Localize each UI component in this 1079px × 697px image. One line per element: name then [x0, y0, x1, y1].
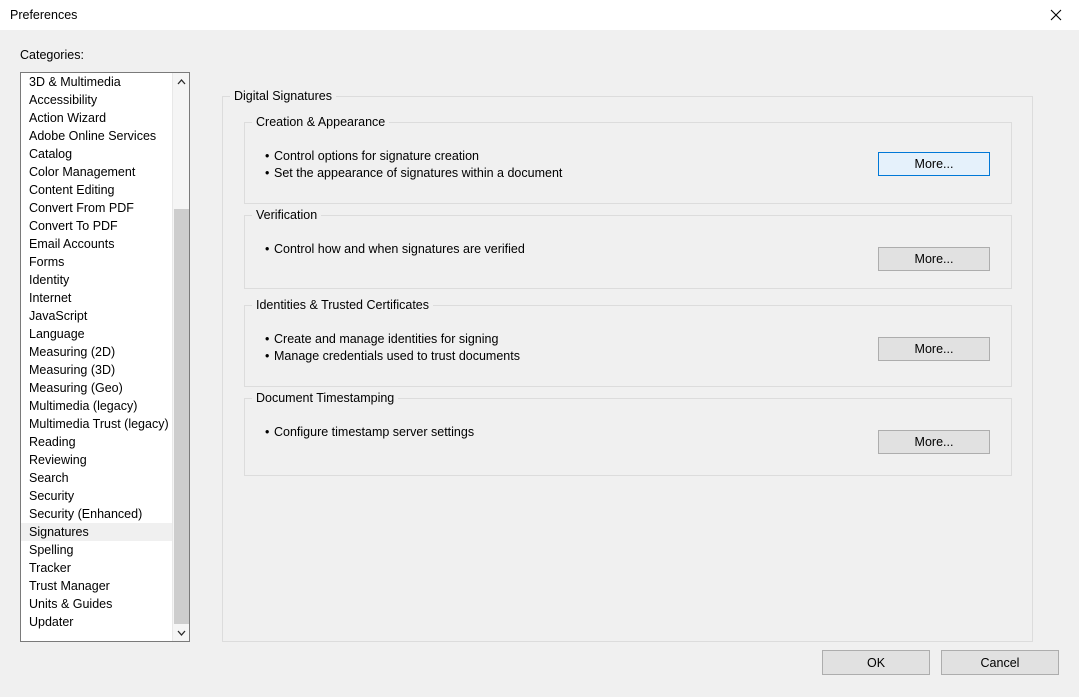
sidebar-item-content-editing[interactable]: Content Editing [21, 181, 172, 199]
sidebar-item-language[interactable]: Language [21, 325, 172, 343]
close-button[interactable] [1033, 0, 1079, 30]
identities-trusted-certificates-group-title: Identities & Trusted Certificates [252, 298, 433, 312]
sidebar-item-security[interactable]: Security [21, 487, 172, 505]
sidebar-item-forms[interactable]: Forms [21, 253, 172, 271]
sidebar-item-catalog[interactable]: Catalog [21, 145, 172, 163]
digital-signatures-group-title: Digital Signatures [230, 89, 336, 103]
sidebar-item-color-management[interactable]: Color Management [21, 163, 172, 181]
verification-bullets: Control how and when signatures are veri… [265, 241, 525, 258]
sidebar-item-spelling[interactable]: Spelling [21, 541, 172, 559]
cancel-button[interactable]: Cancel [941, 650, 1059, 675]
timestamping-bullets: Configure timestamp server settings [265, 424, 474, 441]
document-timestamping-group-title: Document Timestamping [252, 391, 399, 405]
window-title: Preferences [10, 8, 78, 22]
list-item: Create and manage identities for signing [265, 331, 520, 348]
sidebar-item-javascript[interactable]: JavaScript [21, 307, 172, 325]
categories-scrollbar[interactable] [172, 73, 189, 641]
more-button-document-timestamping[interactable]: More... [878, 430, 990, 454]
sidebar-item-reviewing[interactable]: Reviewing [21, 451, 172, 469]
list-item: Manage credentials used to trust documen… [265, 348, 520, 365]
more-button-verification[interactable]: More... [878, 247, 990, 271]
sidebar-item-convert-to-pdf[interactable]: Convert To PDF [21, 217, 172, 235]
sidebar-item-internet[interactable]: Internet [21, 289, 172, 307]
sidebar-item-accessibility[interactable]: Accessibility [21, 91, 172, 109]
sidebar-item-measuring-geo[interactable]: Measuring (Geo) [21, 379, 172, 397]
chevron-up-icon [177, 78, 186, 85]
more-button-creation-appearance[interactable]: More... [878, 152, 990, 176]
creation-appearance-bullets: Control options for signature creation S… [265, 148, 562, 182]
identities-bullets: Create and manage identities for signing… [265, 331, 520, 365]
close-icon [1050, 9, 1062, 21]
scroll-down-button[interactable] [173, 624, 189, 641]
sidebar-item-identity[interactable]: Identity [21, 271, 172, 289]
sidebar-item-search[interactable]: Search [21, 469, 172, 487]
sidebar-item-trust-manager[interactable]: Trust Manager [21, 577, 172, 595]
sidebar-item-security-enhanced[interactable]: Security (Enhanced) [21, 505, 172, 523]
sidebar-item-measuring-3d[interactable]: Measuring (3D) [21, 361, 172, 379]
sidebar-item-3d-multimedia[interactable]: 3D & Multimedia [21, 73, 172, 91]
preferences-dialog-body: Categories: 3D & Multimedia Accessibility… [0, 30, 1079, 697]
list-item: Set the appearance of signatures within … [265, 165, 562, 182]
scrollbar-thumb[interactable] [174, 209, 189, 641]
list-item: Control options for signature creation [265, 148, 562, 165]
sidebar-item-reading[interactable]: Reading [21, 433, 172, 451]
scroll-up-button[interactable] [173, 73, 189, 90]
sidebar-item-email-accounts[interactable]: Email Accounts [21, 235, 172, 253]
verification-group-title: Verification [252, 208, 322, 222]
list-item: Configure timestamp server settings [265, 424, 474, 441]
sidebar-item-measuring-2d[interactable]: Measuring (2D) [21, 343, 172, 361]
ok-button[interactable]: OK [822, 650, 930, 675]
chevron-down-icon [177, 630, 186, 636]
sidebar-item-convert-from-pdf[interactable]: Convert From PDF [21, 199, 172, 217]
categories-label: Categories: [20, 48, 84, 62]
sidebar-item-adobe-online-services[interactable]: Adobe Online Services [21, 127, 172, 145]
categories-list: 3D & Multimedia Accessibility Action Wizar… [21, 73, 172, 631]
window-titlebar: Preferences [0, 0, 1079, 30]
creation-appearance-group-title: Creation & Appearance [252, 115, 390, 129]
sidebar-item-action-wizard[interactable]: Action Wizard [21, 109, 172, 127]
list-item: Control how and when signatures are veri… [265, 241, 525, 258]
sidebar-item-signatures[interactable]: Signatures [21, 523, 172, 541]
sidebar-item-multimedia-trust-legacy[interactable]: Multimedia Trust (legacy) [21, 415, 172, 433]
sidebar-item-updater[interactable]: Updater [21, 613, 172, 631]
sidebar-item-tracker[interactable]: Tracker [21, 559, 172, 577]
categories-listbox[interactable]: 3D & Multimedia Accessibility Action Wizar… [20, 72, 190, 642]
sidebar-item-units-guides[interactable]: Units & Guides [21, 595, 172, 613]
more-button-identities[interactable]: More... [878, 337, 990, 361]
sidebar-item-multimedia-legacy[interactable]: Multimedia (legacy) [21, 397, 172, 415]
